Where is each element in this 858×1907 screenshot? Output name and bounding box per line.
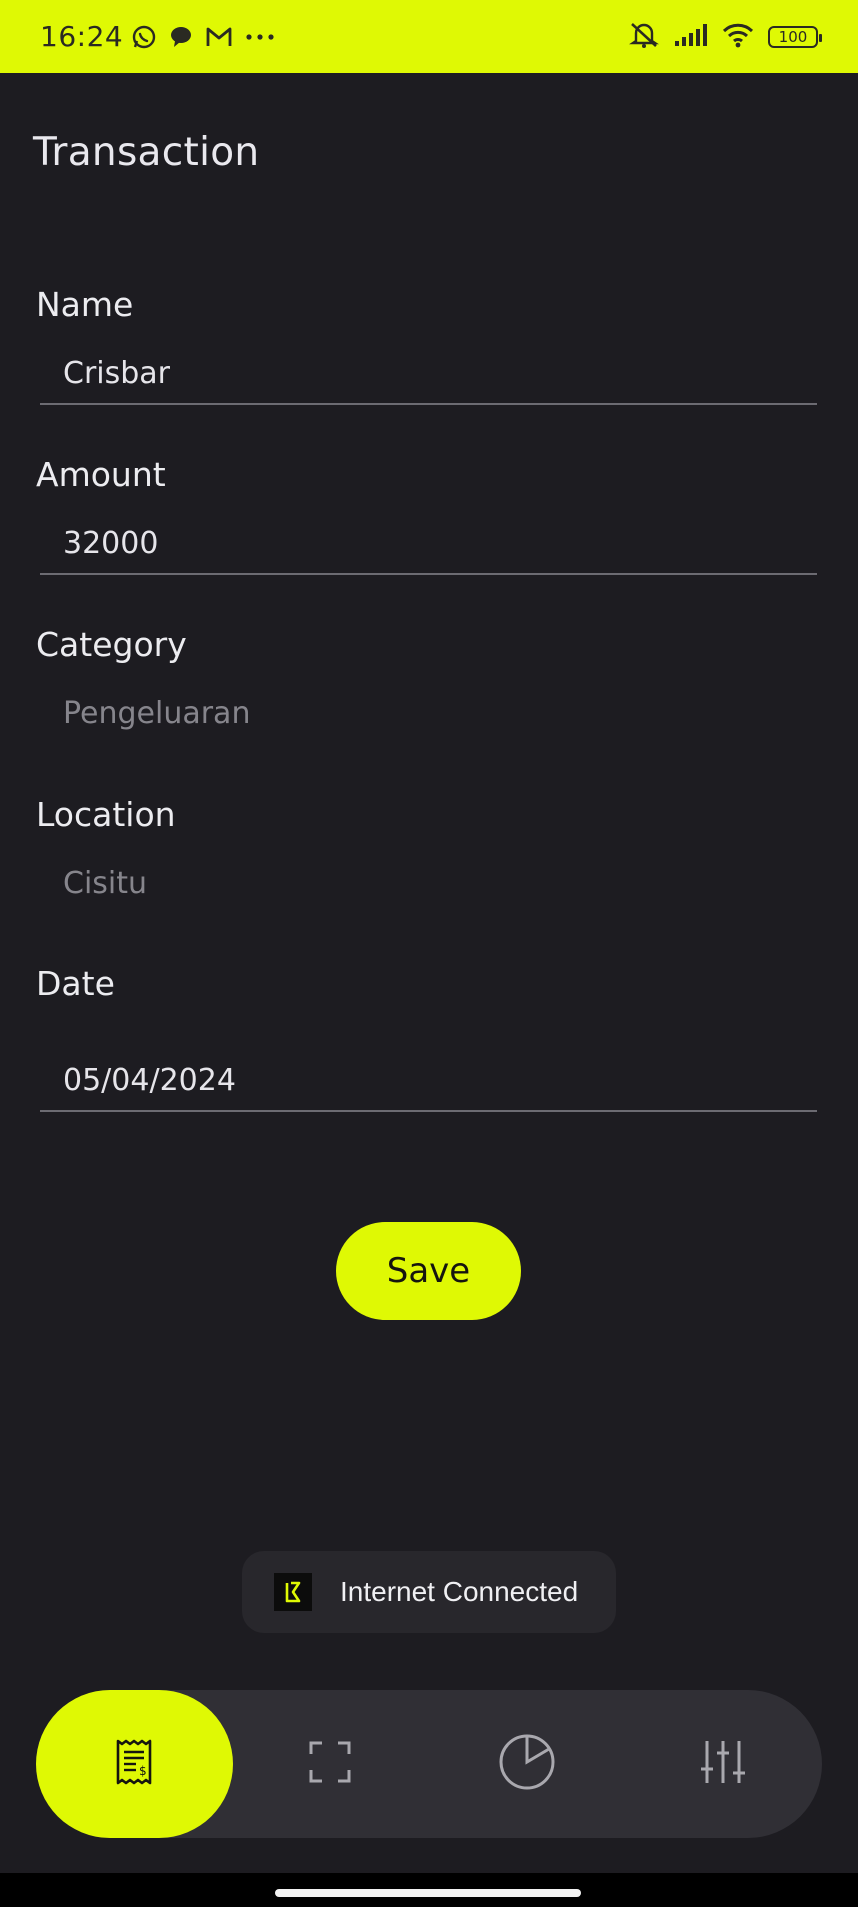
settings-sliders-icon (701, 1739, 745, 1789)
app-logo-icon (274, 1573, 312, 1611)
amount-field-underline (40, 573, 817, 575)
status-time: 16:24 (40, 20, 124, 53)
toast-notification: Internet Connected (242, 1551, 616, 1633)
chat-bubble-icon (169, 25, 193, 49)
nav-item-transactions[interactable]: $ (84, 1690, 184, 1838)
name-field[interactable]: Crisbar (63, 356, 170, 391)
transaction-screen: 16:24 100 Transaction Name Crisbar Amoun… (0, 0, 858, 1907)
name-field-underline (40, 403, 817, 405)
gmail-icon (205, 26, 233, 48)
battery-icon: 100 (768, 25, 822, 48)
signal-icon (674, 23, 708, 51)
category-field[interactable]: Pengeluaran (63, 696, 250, 731)
date-label: Date (36, 964, 115, 1003)
location-label: Location (36, 795, 176, 834)
whatsapp-icon (131, 24, 157, 50)
page-title: Transaction (33, 130, 260, 175)
receipt-icon: $ (114, 1738, 154, 1790)
wifi-icon (722, 22, 754, 52)
category-label: Category (36, 625, 187, 664)
location-field[interactable]: Cisitu (63, 866, 147, 901)
status-bar: 16:24 100 (0, 0, 858, 73)
nav-item-settings[interactable] (673, 1690, 773, 1838)
system-status: 100 (628, 21, 822, 53)
amount-label: Amount (36, 455, 166, 494)
date-field-underline (40, 1110, 817, 1112)
home-indicator[interactable] (275, 1889, 581, 1897)
bottom-nav: $ (36, 1690, 822, 1838)
scan-icon (308, 1740, 352, 1788)
date-field[interactable]: 05/04/2024 (63, 1063, 236, 1098)
svg-text:$: $ (139, 1764, 147, 1778)
nav-item-statistics[interactable] (477, 1690, 577, 1838)
nav-item-scan[interactable] (280, 1690, 380, 1838)
name-label: Name (36, 285, 134, 324)
toast-text: Internet Connected (340, 1576, 579, 1607)
amount-field[interactable]: 32000 (63, 526, 158, 561)
pie-chart-icon (498, 1733, 556, 1795)
mute-icon (628, 21, 660, 53)
save-button[interactable]: Save (336, 1222, 521, 1320)
more-dots-icon (245, 33, 275, 41)
